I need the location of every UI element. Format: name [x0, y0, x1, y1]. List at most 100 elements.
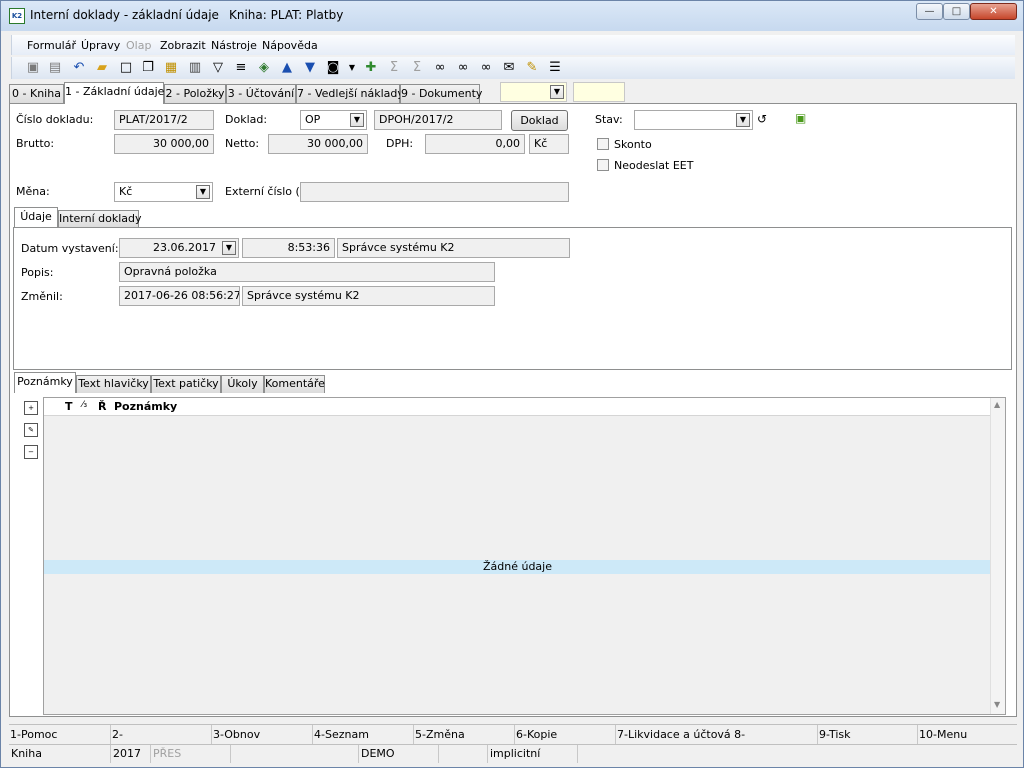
tab-komentare[interactable]: Komentáře — [264, 375, 325, 393]
menu-zobrazit[interactable]: Zobrazit — [160, 39, 206, 52]
menu-upravy[interactable]: Úpravy — [81, 39, 120, 52]
col-order-header[interactable]: ⁄₃ — [82, 400, 87, 410]
notes-grid[interactable]: T ⁄₃ Ř Poznámky Žádné údaje ▲ ▼ — [43, 397, 1006, 715]
copy-document-icon[interactable]: ❐ — [140, 60, 156, 76]
menu-nastroje[interactable]: Nástroje — [211, 39, 257, 52]
sum-icon[interactable]: Σ — [386, 60, 402, 76]
doklad-type-select[interactable]: OP ▼ — [300, 110, 367, 130]
binoculars-icon[interactable]: ∞ — [432, 60, 448, 76]
scroll-up-icon[interactable]: ▲ — [994, 400, 1000, 409]
mail-icon[interactable]: ✉ — [501, 60, 517, 76]
fkey-7-8[interactable]: 7-Likvidace a účtová 8- — [615, 725, 817, 744]
tab-zakladni-udaje[interactable]: 1 - Základní údaje — [64, 82, 164, 104]
open-folder-icon[interactable]: ▰ — [94, 60, 110, 76]
chevron-down-icon[interactable]: ▼ — [222, 241, 236, 255]
filter-icon[interactable]: ▽ — [210, 60, 226, 76]
history-icon[interactable]: ↺ — [757, 112, 767, 126]
tab-kniha[interactable]: 0 - Kniha — [9, 84, 64, 103]
time-field[interactable]: 8:53:36 — [242, 238, 335, 258]
menu-formular[interactable]: Formulář — [27, 39, 76, 52]
fkey-4[interactable]: 4-Seznam — [312, 725, 413, 744]
stack-icon[interactable]: ◈ — [256, 60, 272, 76]
cislo-dokladu-label: Číslo dokladu: — [16, 113, 94, 126]
close-button[interactable]: ✕ — [970, 3, 1017, 20]
fkey-10[interactable]: 10-Menu — [917, 725, 1017, 744]
tab-dokumenty[interactable]: 9 - Dokumenty — [400, 84, 482, 103]
fkey-1[interactable]: 1-Pomoc — [9, 725, 110, 744]
arrow-down-icon[interactable]: ▼ — [302, 60, 318, 76]
filter-list-icon[interactable]: ≡ — [233, 60, 249, 76]
menu-icon[interactable]: ☰ — [547, 60, 563, 76]
subtab-interni-doklady[interactable]: Interní doklady — [58, 210, 142, 227]
col-r-header[interactable]: Ř — [98, 400, 106, 413]
edit-list-icon[interactable]: ✎ — [524, 60, 540, 76]
fkey-5[interactable]: 5-Změna — [413, 725, 514, 744]
doklad-ref-field[interactable]: DPOH/2017/2 — [374, 110, 502, 130]
fkey-9[interactable]: 9-Tisk — [817, 725, 917, 744]
binoculars-next-icon[interactable]: ∞ — [455, 60, 471, 76]
zmenil-user-field[interactable]: Správce systému K2 — [242, 286, 495, 306]
book-icon[interactable]: ▥ — [187, 60, 203, 76]
col-t-header[interactable]: T — [65, 400, 73, 413]
popis-field[interactable]: Opravná položka — [119, 262, 495, 282]
scroll-down-icon[interactable]: ▼ — [994, 700, 1000, 709]
cislo-dokladu-field[interactable]: PLAT/2017/2 — [114, 110, 214, 130]
brutto-field[interactable]: 30 000,00 — [114, 134, 214, 154]
datum-vystaveni-field[interactable]: 23.06.2017 ▼ — [119, 238, 239, 258]
camera-icon[interactable]: ◙ — [325, 60, 341, 76]
vystavil-field[interactable]: Správce systému K2 — [337, 238, 570, 258]
grid-header: T ⁄₃ Ř Poznámky — [44, 398, 991, 416]
subtab-udaje[interactable]: Údaje — [14, 207, 58, 227]
edit-note-icon[interactable]: ✎ — [24, 423, 38, 437]
window-title: Interní doklady - základní údaje — [30, 8, 219, 22]
eet-checkbox[interactable] — [597, 159, 609, 171]
netto-field[interactable]: 30 000,00 — [268, 134, 368, 154]
arrow-up-icon[interactable]: ▲ — [279, 60, 295, 76]
chevron-down-icon[interactable]: ▼ — [196, 185, 210, 199]
save-icon[interactable]: ▣ — [25, 60, 41, 76]
doklad-button[interactable]: Doklad — [511, 110, 568, 131]
maximize-button[interactable]: □ — [943, 3, 970, 20]
tab-vedlejsi-naklady[interactable]: 7 - Vedlejší náklady — [296, 84, 404, 103]
status-kniha: Kniha — [11, 747, 42, 760]
mena-select[interactable]: Kč ▼ — [114, 182, 213, 202]
dph-field[interactable]: 0,00 — [425, 134, 525, 154]
undo-icon[interactable]: ↶ — [71, 60, 87, 76]
arrow-dropdown-icon[interactable]: ▼ — [344, 60, 360, 76]
skonto-checkbox[interactable] — [597, 138, 609, 150]
tab-polozky[interactable]: 2 - Položky — [164, 84, 226, 103]
delete-note-icon[interactable]: − — [24, 445, 38, 459]
col-notes-header[interactable]: Poznámky — [114, 400, 177, 413]
stav-select[interactable]: ▼ — [634, 110, 753, 130]
sum-special-icon[interactable]: Σ — [409, 60, 425, 76]
lock-icon[interactable]: ▦ — [163, 60, 179, 76]
title-bar[interactable]: K2 Interní doklady - základní údaje Knih… — [1, 1, 1023, 31]
minimize-button[interactable]: — — [916, 3, 943, 20]
add-note-icon[interactable]: + — [24, 401, 38, 415]
filter-combo[interactable]: ▼ — [500, 82, 567, 102]
menu-olap[interactable]: Olap — [126, 39, 151, 52]
currency-short-field[interactable]: Kč — [529, 134, 569, 154]
chevron-down-icon[interactable]: ▼ — [350, 113, 364, 127]
save-as-icon[interactable]: ▤ — [47, 60, 63, 76]
zmenil-date-field[interactable]: 2017-06-26 08:56:27 — [119, 286, 240, 306]
chevron-down-icon[interactable]: ▼ — [550, 85, 564, 99]
chevron-down-icon[interactable]: ▼ — [736, 113, 750, 127]
menu-napoveda[interactable]: Nápověda — [262, 39, 318, 52]
green-arrow-icon[interactable]: ✚ — [363, 60, 379, 76]
binoculars-prev-icon[interactable]: ∞ — [478, 60, 494, 76]
grid-scrollbar[interactable]: ▲ ▼ — [990, 398, 1005, 714]
tab-text-paticky[interactable]: Text patičky — [151, 375, 221, 393]
fkey-6[interactable]: 6-Kopie — [514, 725, 615, 744]
tab-ukoly[interactable]: Úkoly — [221, 375, 264, 393]
new-document-icon[interactable]: □ — [118, 60, 134, 76]
tab-text-hlavicky[interactable]: Text hlavičky — [76, 375, 151, 393]
fkey-2[interactable]: 2- — [110, 725, 211, 744]
stav-label: Stav: — [595, 113, 623, 126]
externi-cislo-label: Externí číslo (i): — [225, 185, 311, 198]
filter-field[interactable] — [573, 82, 625, 102]
externi-cislo-field[interactable] — [300, 182, 569, 202]
tab-uctovani[interactable]: 3 - Účtování — [226, 84, 296, 103]
tab-poznamky[interactable]: Poznámky — [14, 372, 76, 393]
fkey-3[interactable]: 3-Obnov — [211, 725, 312, 744]
